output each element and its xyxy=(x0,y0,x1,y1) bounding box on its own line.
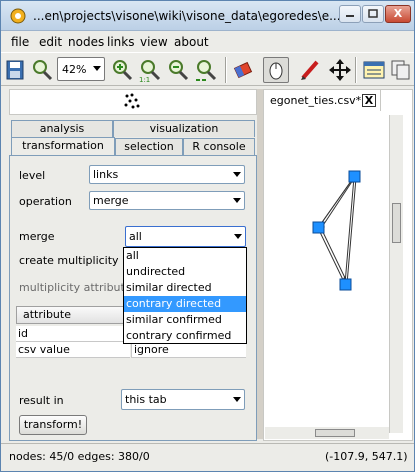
chevron-down-icon xyxy=(93,66,101,71)
pencil-icon[interactable] xyxy=(297,57,323,83)
operation-select[interactable]: merge xyxy=(89,191,245,210)
document-tab-label: egonet_ties.csv* xyxy=(270,94,362,107)
create-multiplicity-label: create multiplicity xyxy=(19,254,119,267)
graph-node[interactable] xyxy=(348,170,361,183)
move-icon[interactable] xyxy=(327,57,353,83)
toolbar-separator xyxy=(355,57,357,83)
operation-label: operation xyxy=(19,195,72,208)
menu-links[interactable]: links xyxy=(107,35,134,49)
multiplicity-attribute-label: multiplicity attribute xyxy=(19,281,132,294)
chevron-down-icon xyxy=(233,397,241,402)
svg-text:1:1: 1:1 xyxy=(139,76,150,83)
app-window: ...en\projects\visone\wiki\visone_data\e… xyxy=(0,0,415,472)
table-cell-attribute[interactable]: id xyxy=(16,326,130,342)
toolbar-separator xyxy=(225,57,227,83)
vertical-scrollbar[interactable] xyxy=(389,115,403,433)
dropdown-option[interactable]: all xyxy=(124,248,246,264)
result-in-value: this tab xyxy=(125,393,167,406)
overview-panel[interactable] xyxy=(9,89,257,115)
drag-handle-icon[interactable] xyxy=(122,91,144,113)
maximize-icon xyxy=(368,9,378,18)
zoom-in-icon[interactable] xyxy=(109,57,135,83)
chevron-down-icon xyxy=(233,198,241,203)
copy-icon[interactable] xyxy=(389,57,413,83)
chevron-down-icon xyxy=(233,172,241,177)
close-tab-icon[interactable]: X xyxy=(362,94,376,107)
zoom-level-select[interactable]: 42% xyxy=(57,57,105,81)
document-tab[interactable]: egonet_ties.csv* X xyxy=(263,89,381,111)
merge-value: all xyxy=(129,230,142,243)
operation-value: merge xyxy=(93,194,129,207)
minimize-icon xyxy=(346,15,354,17)
menu-bar: file edit nodes links view about xyxy=(1,32,414,52)
merge-select[interactable]: all xyxy=(125,226,246,247)
dropdown-option[interactable]: undirected xyxy=(124,264,246,280)
menu-edit[interactable]: edit xyxy=(39,35,62,49)
save-icon[interactable] xyxy=(3,57,29,83)
tab-analysis[interactable]: analysis xyxy=(11,120,113,137)
result-in-select[interactable]: this tab xyxy=(121,389,245,410)
zoom-level-value: 42% xyxy=(62,63,87,76)
table-header-attribute[interactable]: attribute xyxy=(16,306,131,324)
menu-about[interactable]: about xyxy=(174,35,209,49)
zoom-out-icon[interactable] xyxy=(165,57,191,83)
tab-selection[interactable]: selection xyxy=(115,138,183,155)
dropdown-option-selected[interactable]: contrary directed xyxy=(124,296,246,312)
merge-label: merge xyxy=(19,230,55,243)
result-in-label: result in xyxy=(19,394,64,407)
panel-icon[interactable] xyxy=(361,57,387,83)
minimize-button[interactable] xyxy=(339,5,361,23)
level-select[interactable]: links xyxy=(89,165,245,184)
zoom-all-icon[interactable] xyxy=(193,57,219,83)
zoom-icon[interactable] xyxy=(29,57,55,83)
table-cell-attribute[interactable]: csv value xyxy=(16,342,130,358)
visone-app-icon xyxy=(10,8,26,24)
graph-node[interactable] xyxy=(339,278,352,291)
level-value: links xyxy=(93,168,119,181)
eraser-icon[interactable] xyxy=(231,57,257,83)
graph-node[interactable] xyxy=(312,221,325,234)
scroll-thumb[interactable] xyxy=(315,429,355,437)
status-counts: nodes: 45/0 edges: 380/0 xyxy=(9,450,150,463)
status-bar: nodes: 45/0 edges: 380/0 (-107.9, 547.1) xyxy=(1,443,414,471)
transform-button[interactable]: transform! xyxy=(19,415,87,435)
chevron-down-icon xyxy=(234,234,242,239)
dropdown-option[interactable]: similar directed xyxy=(124,280,246,296)
menu-nodes[interactable]: nodes xyxy=(68,35,104,49)
table-cell-value[interactable]: ignore xyxy=(131,342,246,358)
tab-transformation[interactable]: transformation xyxy=(11,137,115,156)
tab-visualization[interactable]: visualization xyxy=(113,120,255,137)
horizontal-scrollbar[interactable] xyxy=(265,427,389,439)
dropdown-option[interactable]: contrary confirmed xyxy=(124,328,246,344)
dropdown-option[interactable]: similar confirmed xyxy=(124,312,246,328)
graph-canvas[interactable] xyxy=(263,113,389,425)
merge-dropdown-list: all undirected similar directed contrary… xyxy=(123,247,247,344)
maximize-button[interactable] xyxy=(362,5,384,23)
select-mode-button[interactable] xyxy=(263,57,289,83)
cursor-coordinates: (-107.9, 547.1) xyxy=(325,450,408,463)
mouse-icon xyxy=(269,62,283,80)
menu-view[interactable]: view xyxy=(140,35,168,49)
title-bar[interactable]: ...en\projects\visone\wiki\visone_data\e… xyxy=(1,1,414,31)
scroll-thumb[interactable] xyxy=(392,203,401,243)
close-icon: X xyxy=(393,7,403,20)
menu-file[interactable]: file xyxy=(11,35,29,49)
toolbar: 42% 1:1 xyxy=(1,52,414,86)
level-label: level xyxy=(19,169,46,182)
tab-r-console[interactable]: R console xyxy=(183,138,255,155)
close-button[interactable]: X xyxy=(385,5,411,23)
zoom-one-icon[interactable]: 1:1 xyxy=(137,57,163,83)
window-title: ...en\projects\visone\wiki\visone_data\e… xyxy=(33,9,341,23)
